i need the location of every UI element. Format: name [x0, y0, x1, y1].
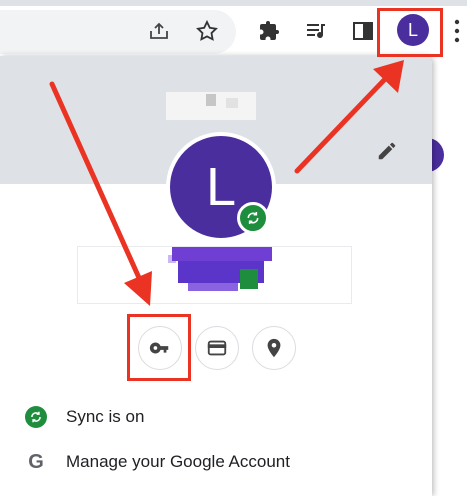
- sync-label: Sync is on: [66, 407, 145, 426]
- extensions-icon[interactable]: [256, 18, 282, 44]
- location-icon: [267, 338, 281, 358]
- pencil-icon[interactable]: [376, 140, 398, 162]
- sync-status-item[interactable]: Sync is on: [0, 396, 432, 438]
- manage-account-item[interactable]: G Manage your Google Account: [0, 441, 432, 483]
- redacted-profile-label: [166, 92, 256, 120]
- avatar-initial-large: L: [205, 157, 237, 217]
- card-icon: [207, 340, 227, 356]
- manage-account-label: Manage your Google Account: [66, 452, 290, 471]
- addresses-button[interactable]: [252, 326, 296, 370]
- profile-menu-popup: L Sync is on G Manage your Google Accoun…: [0, 56, 432, 496]
- reading-list-icon[interactable]: [303, 18, 329, 44]
- star-icon[interactable]: [194, 18, 220, 44]
- share-icon[interactable]: [146, 18, 172, 44]
- annotation-box-passwords: [127, 314, 191, 381]
- sync-icon: [24, 405, 48, 429]
- google-icon: G: [28, 450, 44, 473]
- payment-methods-button[interactable]: [195, 326, 239, 370]
- sync-badge-icon: [237, 202, 269, 234]
- tab-strip-edge: [0, 0, 467, 6]
- redacted-account-name: [77, 246, 352, 304]
- annotation-box-avatar: [377, 8, 443, 57]
- page-background: [432, 62, 467, 492]
- side-panel-icon[interactable]: [350, 18, 376, 44]
- more-icon[interactable]: [452, 18, 462, 44]
